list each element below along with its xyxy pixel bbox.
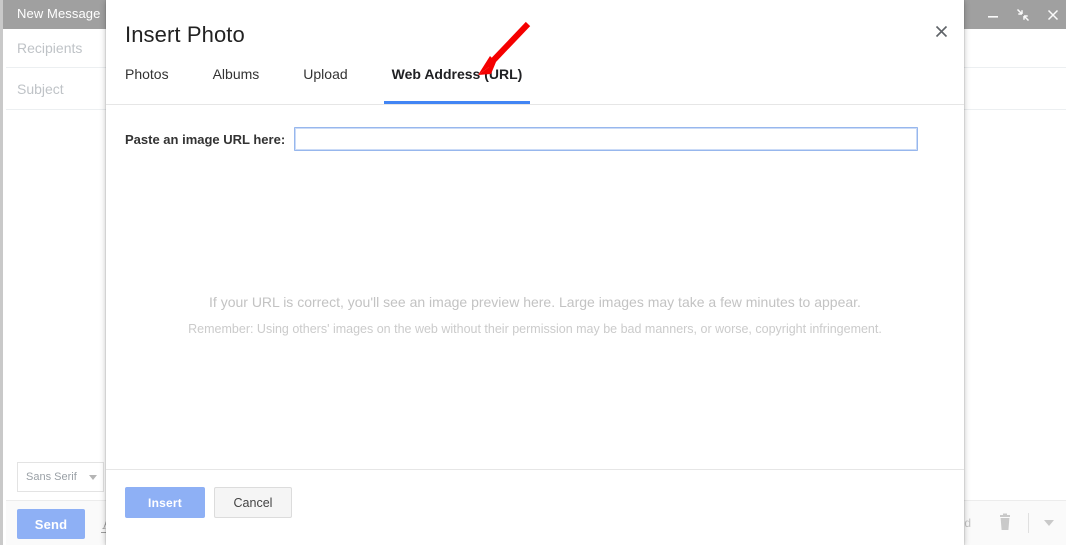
font-family-value: Sans Serif (26, 471, 77, 483)
insert-button[interactable]: Insert (125, 487, 205, 518)
tab-photos[interactable]: Photos (125, 62, 169, 104)
cancel-button[interactable]: Cancel (214, 487, 292, 518)
restore-down-icon[interactable] (1015, 7, 1031, 23)
dialog-tabs: Photos Albums Upload Web Address (URL) (125, 62, 566, 104)
window-controls (985, 0, 1061, 29)
url-input[interactable] (294, 127, 919, 151)
chevron-down-icon[interactable] (1044, 520, 1054, 526)
dialog-title: Insert Photo (125, 22, 245, 47)
font-family-dropdown[interactable]: Sans Serif (17, 462, 104, 492)
close-icon[interactable] (1045, 7, 1061, 23)
tab-albums-label: Albums (212, 66, 260, 82)
preview-hint-secondary: Remember: Using others' images on the we… (188, 322, 882, 336)
close-icon[interactable] (931, 21, 951, 41)
tab-photos-label: Photos (125, 66, 169, 82)
recipients-placeholder: Recipients (17, 40, 83, 56)
dialog-footer: Insert Cancel (106, 469, 964, 545)
footer-divider (1028, 513, 1029, 533)
url-input-label: Paste an image URL here: (125, 131, 286, 147)
compose-window-title: New Message (17, 6, 101, 21)
tab-upload[interactable]: Upload (303, 62, 347, 104)
trash-icon[interactable] (996, 513, 1014, 533)
send-button[interactable]: Send (17, 509, 85, 539)
tab-web-address-url[interactable]: Web Address (URL) (383, 62, 531, 104)
image-preview-area: If your URL is correct, you'll see an im… (106, 160, 964, 470)
subject-placeholder: Subject (17, 80, 64, 97)
insert-photo-dialog: Insert Photo Photos Albums Upload Web Ad… (106, 0, 964, 545)
chevron-down-icon (89, 474, 97, 480)
tab-web-address-url-label: Web Address (URL) (391, 66, 523, 82)
tab-albums[interactable]: Albums (213, 62, 260, 104)
tab-upload-label: Upload (303, 66, 348, 82)
preview-hint-primary: If your URL is correct, you'll see an im… (209, 294, 861, 310)
screen: New Message Recipients Subject Sans Seri… (0, 0, 1066, 545)
url-input-row: Paste an image URL here: (125, 127, 919, 151)
minimize-icon[interactable] (985, 7, 1001, 23)
dialog-header: Insert Photo Photos Albums Upload Web Ad… (106, 0, 964, 105)
